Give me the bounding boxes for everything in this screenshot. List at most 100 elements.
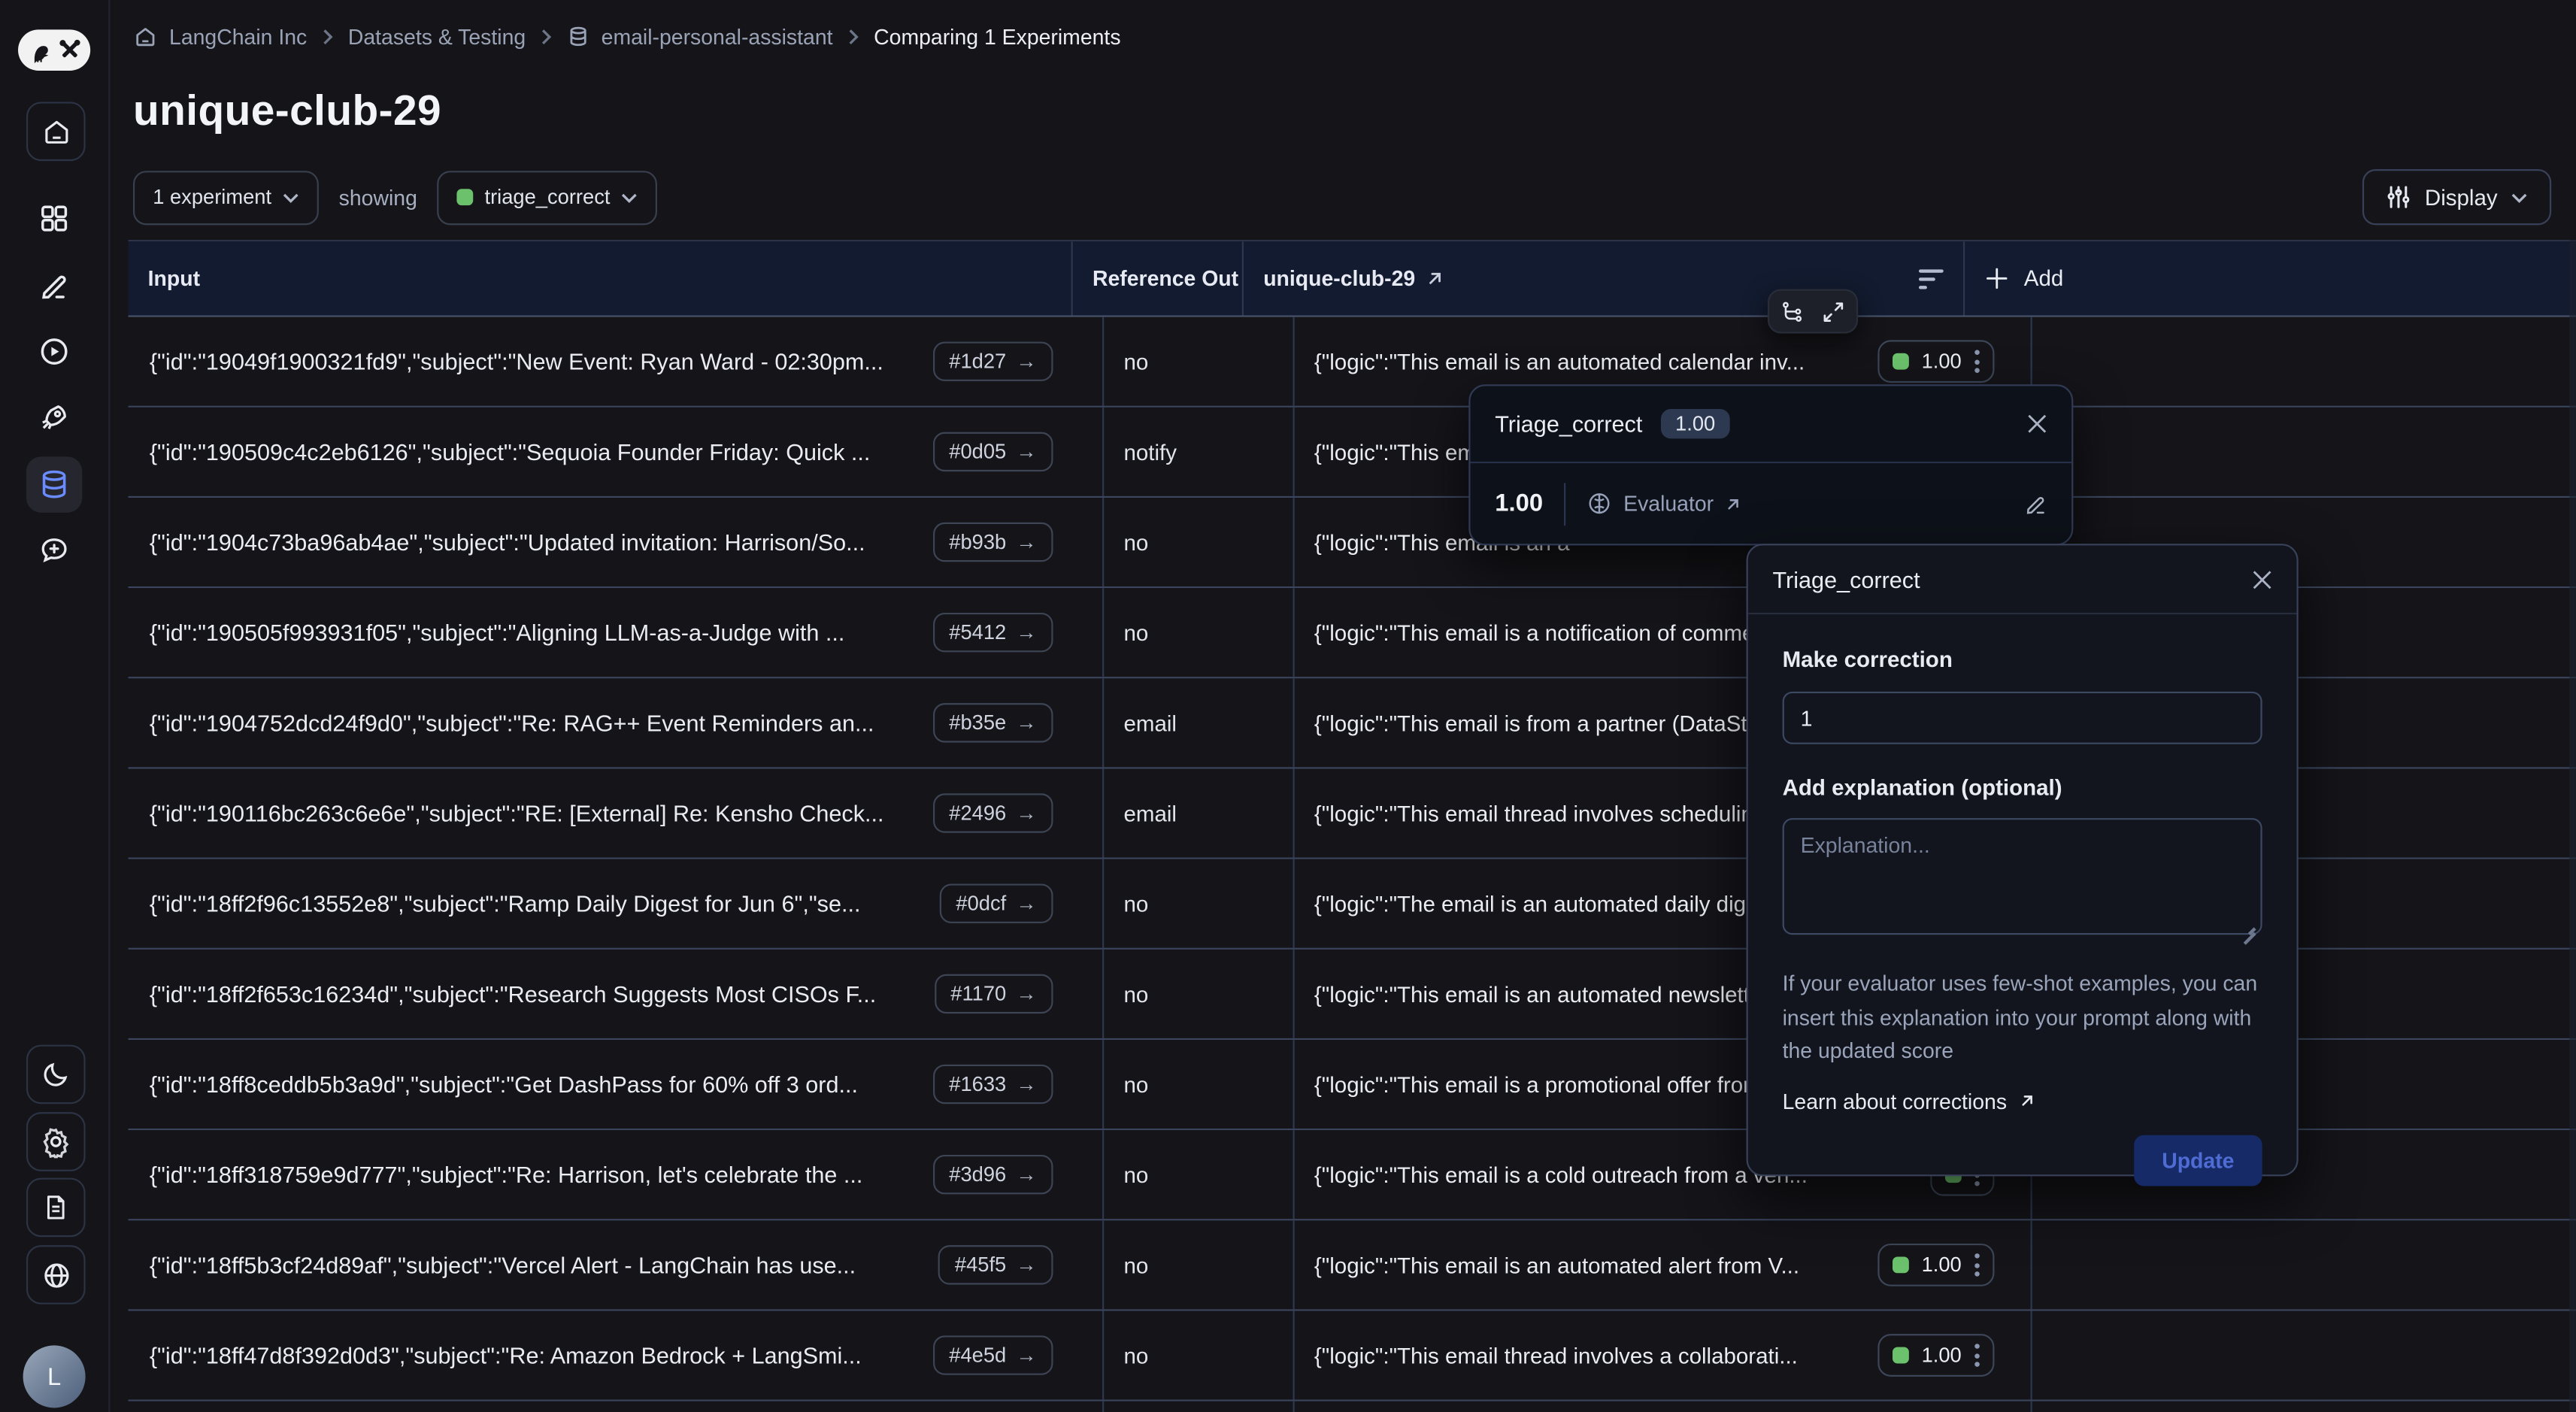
example-id-badge[interactable]: #b93b → xyxy=(932,523,1053,562)
score-color-dot xyxy=(1892,353,1908,370)
expand-icon[interactable] xyxy=(1822,300,1845,323)
close-icon[interactable] xyxy=(2252,569,2271,589)
sidebar-item-dashboards[interactable] xyxy=(26,190,82,246)
table-row[interactable]: → xyxy=(128,1401,2576,1412)
sidebar-item-annotations[interactable] xyxy=(26,258,82,314)
sidebar: L xyxy=(0,0,110,1412)
example-id-badge[interactable]: #1633 → xyxy=(932,1065,1053,1104)
sidebar-item-datasets[interactable] xyxy=(26,456,82,512)
experiment-selector[interactable]: 1 experiment xyxy=(133,170,319,224)
breadcrumb-org[interactable]: LangChain Inc xyxy=(133,25,307,50)
gear-icon xyxy=(39,1126,72,1159)
example-id-badge[interactable]: #2496 → xyxy=(932,793,1053,832)
kebab-menu-icon[interactable] xyxy=(1974,1253,1980,1277)
bird-icon xyxy=(27,37,53,63)
correction-dialog-title: Triage_correct xyxy=(1773,566,1920,592)
langsmith-logo[interactable] xyxy=(18,29,90,71)
moon-icon xyxy=(41,1059,71,1089)
scrollbar[interactable] xyxy=(2569,240,2576,1412)
row-input-json: {"id":"1904c73ba96ab4ae","subject":"Upda… xyxy=(150,529,913,556)
experiment-column-title: unique-club-29 xyxy=(1263,266,1415,291)
external-link-icon xyxy=(1725,495,1741,512)
add-column-label: Add xyxy=(2024,266,2064,291)
cell-hover-toolbar xyxy=(1768,289,1858,334)
sidebar-item-playground[interactable] xyxy=(26,323,82,379)
sidebar-item-feedback[interactable] xyxy=(26,523,82,578)
chevron-down-icon xyxy=(2511,192,2529,203)
document-icon xyxy=(41,1192,71,1222)
sidebar-item-home[interactable] xyxy=(26,102,86,161)
user-avatar[interactable]: L xyxy=(23,1345,86,1407)
reference-output-value: no xyxy=(1123,1343,1148,1368)
example-id-badge[interactable]: #1170 → xyxy=(934,974,1053,1014)
score-badge[interactable]: 1.00 xyxy=(1877,1334,1995,1377)
table-row[interactable]: {"id":"18ff47d8f392d0d3","subject":"Re: … xyxy=(128,1311,2576,1401)
display-button[interactable]: Display xyxy=(2362,169,2552,225)
reference-output-value: no xyxy=(1123,620,1148,645)
resize-grip-icon[interactable] xyxy=(2242,920,2255,933)
trace-tree-icon[interactable] xyxy=(1780,300,1804,323)
example-id: #3d96 xyxy=(949,1163,1006,1186)
sidebar-item-settings[interactable] xyxy=(26,1112,86,1171)
arrow-right-icon: → xyxy=(1016,983,1036,1006)
example-id-badge[interactable]: #45f5 → xyxy=(938,1245,1053,1284)
breadcrumb-datasets[interactable]: Datasets & Testing xyxy=(348,25,526,50)
external-link-icon[interactable] xyxy=(1426,269,1444,287)
kebab-menu-icon[interactable] xyxy=(1974,350,1980,373)
edit-pencil-icon[interactable] xyxy=(2024,492,2047,515)
close-icon[interactable] xyxy=(2027,414,2047,434)
update-button[interactable]: Update xyxy=(2134,1135,2262,1186)
chevron-down-icon xyxy=(283,192,299,203)
example-id: #0d05 xyxy=(949,441,1006,464)
add-column-cell xyxy=(2032,317,2576,406)
row-input-json: {"id":"18ff5b3cf24d89af","subject":"Verc… xyxy=(150,1252,919,1278)
table-row[interactable]: {"id":"18ff5b3cf24d89af","subject":"Verc… xyxy=(128,1220,2576,1310)
example-id-badge[interactable]: #3d96 → xyxy=(932,1155,1053,1194)
breadcrumb-dataset[interactable]: email-personal-assistant xyxy=(567,25,833,50)
correction-value-input[interactable] xyxy=(1783,692,2262,744)
column-menu-icon[interactable] xyxy=(1919,268,1944,288)
score-badge[interactable]: 1.00 xyxy=(1877,340,1995,383)
example-id-badge[interactable]: #5412 → xyxy=(932,613,1053,652)
table-header-row: Input Reference Out unique-club-29 Add xyxy=(128,241,2576,317)
database-icon xyxy=(567,25,590,50)
table-row[interactable]: {"id":"190509c4c2eb6126","subject":"Sequ… xyxy=(128,408,2576,498)
example-id: #1d27 xyxy=(949,350,1006,373)
score-badge[interactable]: 1.00 xyxy=(1877,1244,1995,1286)
arrow-right-icon: → xyxy=(1016,1073,1036,1096)
score-popover-title: Triage_correct xyxy=(1495,411,1642,437)
example-id-badge[interactable]: #4e5d → xyxy=(932,1335,1053,1374)
add-column-cell xyxy=(2032,1311,2576,1400)
arrow-right-icon: → xyxy=(1016,1344,1036,1367)
sidebar-item-theme-toggle[interactable] xyxy=(26,1045,86,1104)
kebab-menu-icon[interactable] xyxy=(1974,1344,1980,1367)
example-id-badge[interactable]: #0dcf → xyxy=(940,883,1053,923)
table-row[interactable]: {"id":"19049f1900321fd9","subject":"New … xyxy=(128,317,2576,408)
sidebar-item-docs[interactable] xyxy=(26,1178,86,1238)
sidebar-item-deployments[interactable] xyxy=(26,389,82,445)
make-correction-label: Make correction xyxy=(1783,647,2262,672)
row-output-json: {"logic":"This email is an automated ale… xyxy=(1314,1253,1861,1277)
metric-selector[interactable]: triage_correct xyxy=(437,170,658,224)
learn-about-corrections-link[interactable]: Learn about corrections xyxy=(1783,1089,2262,1114)
evaluator-brain-icon xyxy=(1587,491,1612,516)
score-color-dot xyxy=(1892,1347,1908,1364)
example-id-badge[interactable]: #0d05 → xyxy=(932,432,1053,471)
arrow-right-icon: → xyxy=(1016,350,1036,373)
column-header-reference-output[interactable]: Reference Out xyxy=(1073,241,1244,315)
arrow-right-icon: → xyxy=(1016,892,1036,915)
add-column-button[interactable]: Add xyxy=(1965,241,2576,315)
evaluator-link[interactable]: Evaluator xyxy=(1587,491,1741,516)
add-column-cell xyxy=(2032,1220,2576,1309)
reference-output-value: no xyxy=(1123,1072,1148,1097)
correction-dialog-body: Make correction Add explanation (optiona… xyxy=(1748,614,2297,1211)
example-id: #1170 xyxy=(950,983,1006,1006)
sidebar-item-web[interactable] xyxy=(26,1245,86,1304)
arrow-right-icon: → xyxy=(1016,1253,1036,1277)
breadcrumb-current: Comparing 1 Experiments xyxy=(874,25,1120,50)
example-id-badge[interactable]: #b35e → xyxy=(932,703,1053,742)
example-id-badge[interactable]: #1d27 → xyxy=(932,341,1053,380)
explanation-textarea[interactable] xyxy=(1783,818,2262,935)
column-header-input[interactable]: Input xyxy=(128,241,1072,315)
example-id: #1633 xyxy=(949,1073,1006,1096)
